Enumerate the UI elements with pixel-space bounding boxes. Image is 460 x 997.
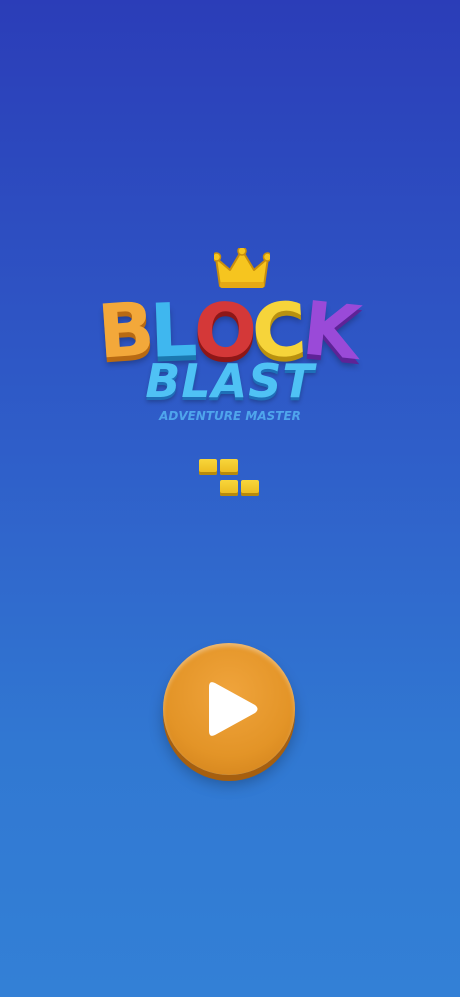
game-logo: B L O C K BLAST ADVENTURE MASTER bbox=[90, 248, 370, 438]
splash-screen: B L O C K BLAST ADVENTURE MASTER bbox=[0, 0, 460, 997]
play-icon bbox=[209, 682, 258, 736]
play-button[interactable] bbox=[163, 643, 295, 775]
logo-subtitle: BLAST bbox=[145, 354, 315, 408]
loader-block bbox=[241, 480, 259, 496]
loading-blocks-icon bbox=[199, 459, 261, 501]
logo-tagline: ADVENTURE MASTER bbox=[159, 409, 301, 423]
loader-block bbox=[199, 459, 217, 475]
loader-block bbox=[220, 459, 238, 475]
loader-block bbox=[220, 480, 238, 496]
